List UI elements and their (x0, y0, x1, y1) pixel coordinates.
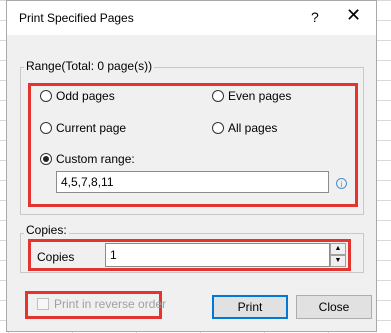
odd-pages-radio[interactable]: Odd pages (40, 89, 115, 103)
help-icon[interactable]: ? (311, 9, 319, 25)
all-pages-radio[interactable]: All pages (212, 121, 277, 135)
current-page-radio[interactable]: Current page (40, 121, 126, 135)
all-pages-radio-indicator (212, 122, 224, 134)
reverse-order-checkbox-box (37, 298, 49, 310)
current-page-radio-indicator (40, 122, 52, 134)
copies-increment-button[interactable]: ▲ (330, 243, 346, 255)
reverse-order-checkbox[interactable]: Print in reverse order (37, 297, 166, 311)
custom-range-radio-indicator (40, 153, 52, 165)
print-specified-pages-dialog: Print Specified Pages ? ✕ Range(Total: 0… (6, 0, 377, 332)
copies-decrement-button[interactable]: ▼ (330, 255, 346, 267)
current-page-label: Current page (56, 121, 127, 135)
title-bar: Print Specified Pages ? ✕ (7, 1, 376, 35)
even-pages-radio[interactable]: Even pages (212, 89, 291, 103)
info-icon[interactable]: i (336, 178, 347, 189)
all-pages-label: All pages (228, 121, 278, 135)
odd-pages-radio-indicator (40, 90, 52, 102)
even-pages-radio-indicator (212, 90, 224, 102)
range-legend: Range(Total: 0 page(s)) (24, 59, 155, 73)
copies-input[interactable]: 1 (105, 243, 330, 267)
reverse-order-label: Print in reverse order (54, 297, 167, 311)
custom-range-radio[interactable]: Custom range: (40, 152, 135, 166)
copies-stepper: ▲ ▼ (330, 243, 346, 267)
close-icon[interactable]: ✕ (346, 6, 361, 24)
copies-legend: Copies: (24, 223, 69, 237)
odd-pages-label: Odd pages (56, 89, 115, 103)
close-button[interactable]: Close (296, 295, 372, 319)
copies-label: Copies (37, 250, 75, 264)
dialog-title: Print Specified Pages (19, 11, 134, 25)
custom-range-label: Custom range: (56, 152, 135, 166)
custom-range-input[interactable]: 4,5,7,8,11 (56, 171, 329, 193)
even-pages-label: Even pages (228, 89, 292, 103)
print-button[interactable]: Print (212, 295, 288, 319)
